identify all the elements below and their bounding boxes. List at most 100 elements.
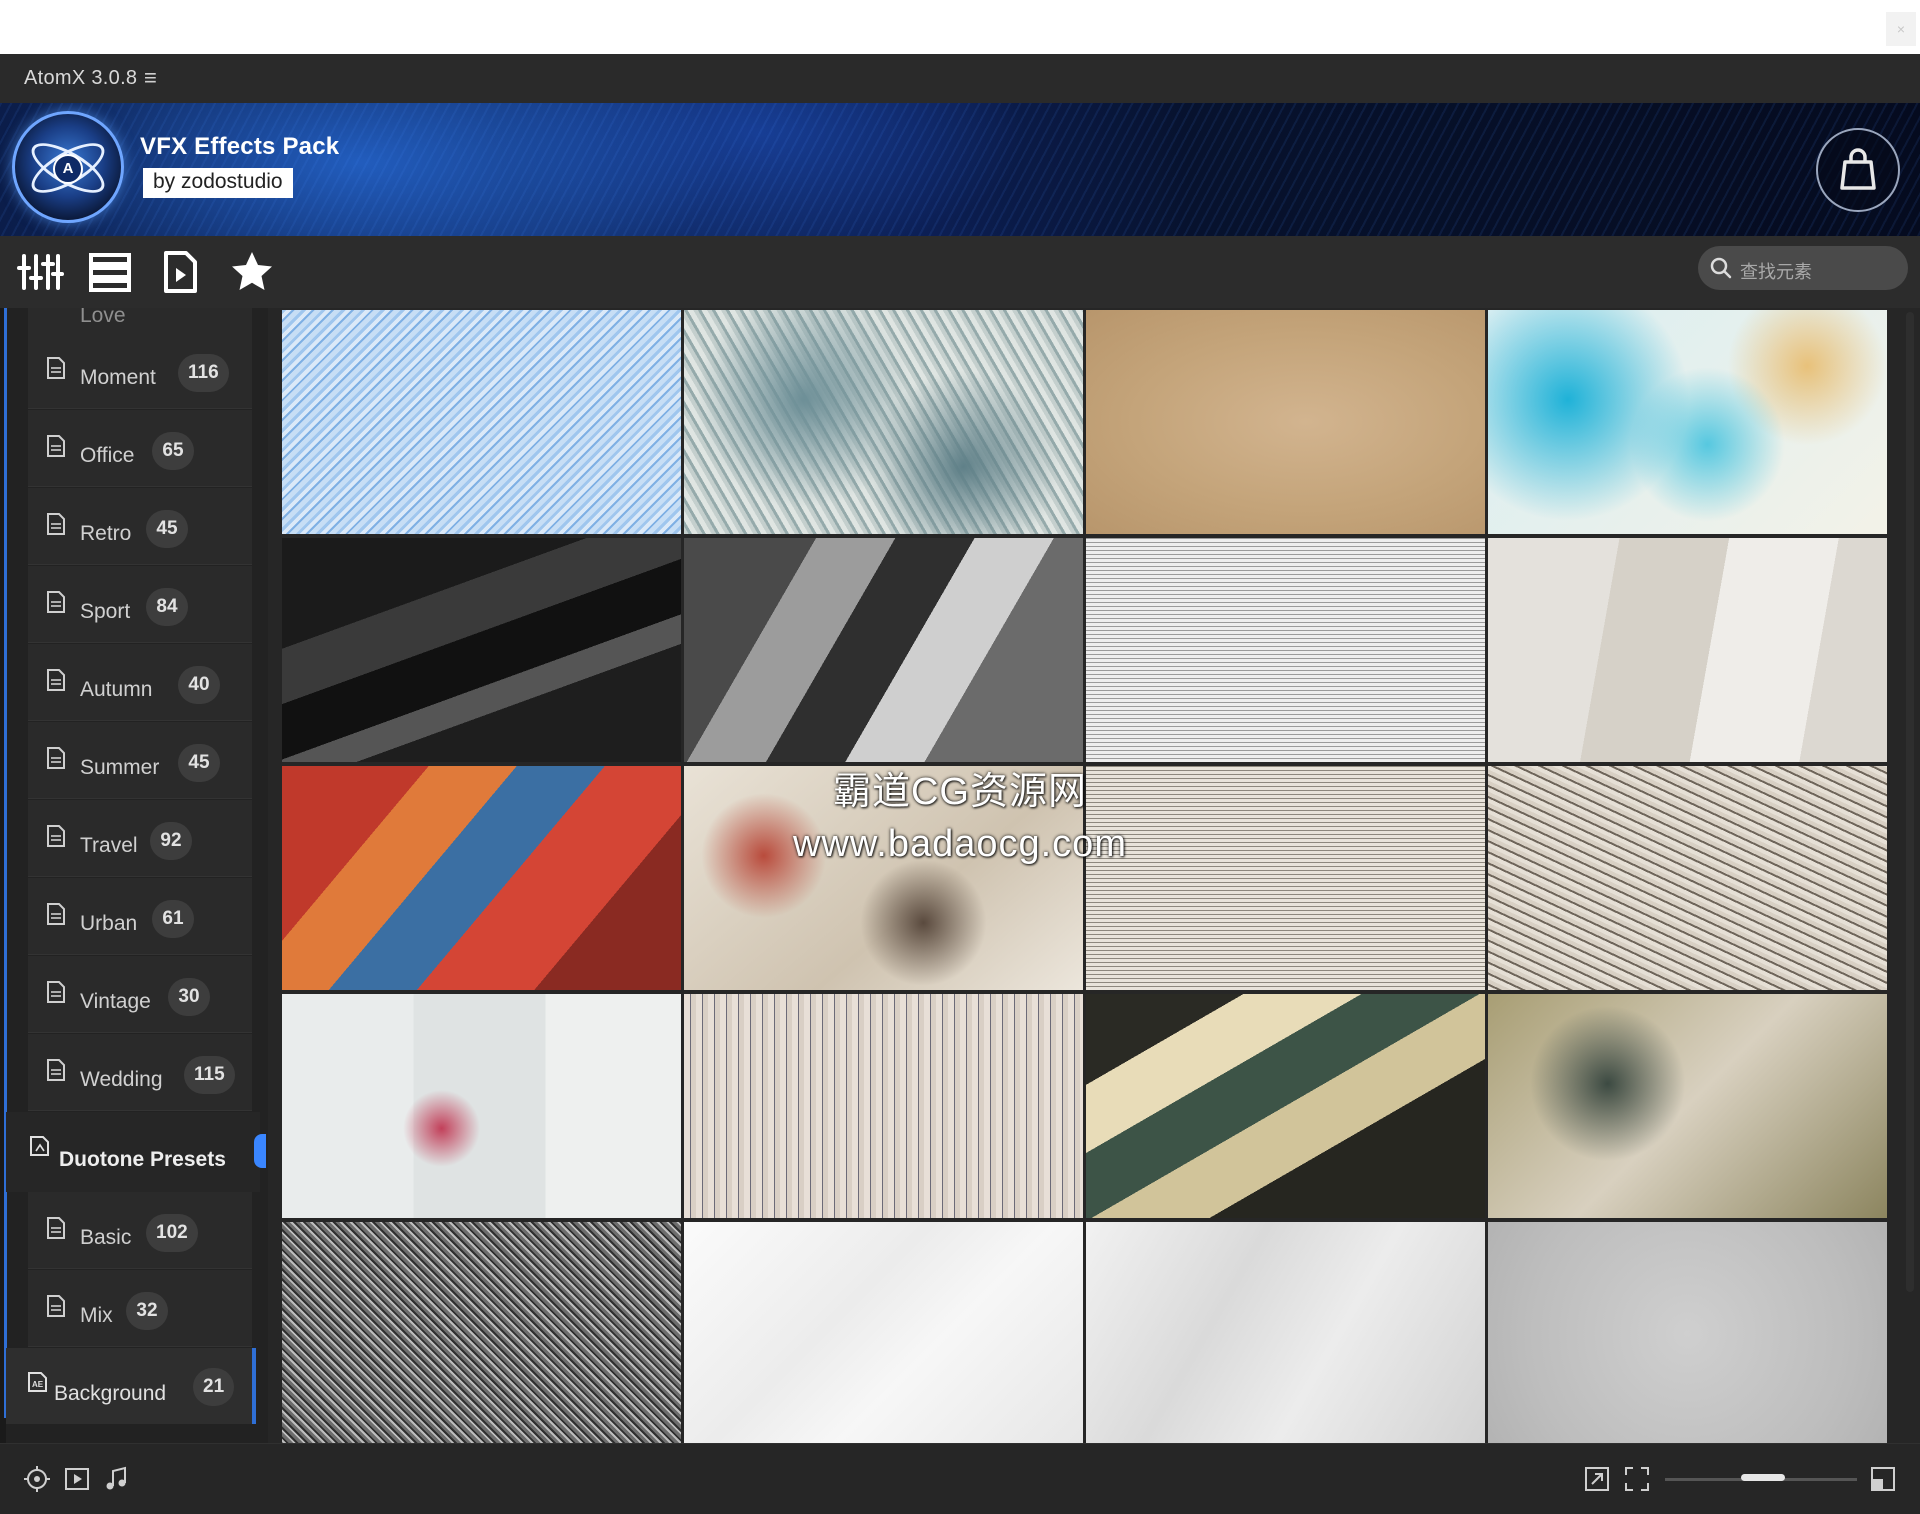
document-icon bbox=[47, 825, 65, 847]
sidebar-item-label: Urban bbox=[80, 912, 138, 935]
window-close-button[interactable]: × bbox=[1886, 12, 1916, 46]
toolbar: 查找元素 bbox=[0, 236, 1920, 308]
item-count-badge: 84 bbox=[146, 588, 188, 626]
asset-tile-newspaper-collage[interactable] bbox=[1086, 538, 1485, 762]
asset-tile-crumpled-gray-paper[interactable] bbox=[1086, 1222, 1485, 1446]
sidebar-item-label: Office bbox=[80, 444, 135, 467]
sidebar-item-vintage[interactable]: Vintage 30 bbox=[28, 956, 252, 1033]
asset-tile-concrete[interactable] bbox=[1488, 1222, 1887, 1446]
item-count-badge: 32 bbox=[126, 1292, 168, 1330]
document-icon bbox=[47, 1059, 65, 1081]
menu-icon[interactable]: ≡ bbox=[144, 65, 157, 91]
target-icon[interactable] bbox=[22, 1464, 52, 1494]
shopping-bag-icon bbox=[1840, 148, 1876, 190]
document-icon bbox=[47, 513, 65, 535]
sidebar-item-moment[interactable]: Moment 116 bbox=[28, 332, 252, 409]
sidebar-item-label: Moment bbox=[80, 366, 156, 389]
atomx-logo: A bbox=[12, 111, 124, 223]
sidebar-item-label: Summer bbox=[80, 756, 160, 779]
asset-tile-crumpled-white-paper[interactable] bbox=[684, 1222, 1083, 1446]
app-title: AtomX 3.0.8 bbox=[24, 67, 138, 89]
asset-tile-teal-grunge[interactable] bbox=[684, 310, 1083, 534]
selection-indicator bbox=[252, 1348, 256, 1424]
zoom-slider-handle[interactable] bbox=[1741, 1474, 1785, 1481]
selection-indicator bbox=[254, 1134, 266, 1168]
sidebar-item-retro[interactable]: Retro 45 bbox=[28, 488, 252, 565]
sidebar-item-office[interactable]: Office 65 bbox=[28, 410, 252, 487]
sidebar-item-autumn[interactable]: Autumn 40 bbox=[28, 644, 252, 721]
asset-tile-distressed-print[interactable] bbox=[684, 994, 1083, 1218]
sidebar-item-label: Basic bbox=[80, 1226, 132, 1249]
asset-tile-red-collage[interactable] bbox=[282, 766, 681, 990]
sidebar-item-sport[interactable]: Sport 84 bbox=[28, 566, 252, 643]
pack-banner: A VFX Effects Pack by zodostudio bbox=[0, 103, 1920, 236]
document-icon bbox=[47, 903, 65, 925]
resize-icon[interactable] bbox=[1582, 1464, 1612, 1494]
asset-tile-kraft-paper[interactable] bbox=[1086, 310, 1485, 534]
sidebar-item-basic[interactable]: Basic 102 bbox=[28, 1192, 252, 1269]
document-icon bbox=[47, 435, 65, 457]
search-icon bbox=[1710, 257, 1732, 279]
asset-tile-dark-collage[interactable] bbox=[282, 538, 681, 762]
star-icon[interactable] bbox=[228, 248, 276, 296]
asset-tile-gray-collage[interactable] bbox=[684, 538, 1083, 762]
sidebar-item-love[interactable]: Love bbox=[28, 308, 252, 333]
sidebar-item-urban[interactable]: Urban 61 bbox=[28, 878, 252, 955]
watermark-line2: www.badaocg.com bbox=[793, 823, 1127, 865]
sidebar-item-label: Autumn bbox=[80, 678, 153, 701]
sidebar-item-label: Travel bbox=[80, 834, 138, 857]
item-count-badge: 21 bbox=[193, 1368, 235, 1406]
sidebar-item-label: Mix bbox=[80, 1304, 113, 1327]
preset-file-icon bbox=[30, 1136, 49, 1156]
sidebar-accent-line bbox=[4, 308, 7, 1418]
svg-text:AE: AE bbox=[32, 1380, 44, 1389]
item-count-badge: 116 bbox=[178, 354, 229, 392]
sidebar-item-mix[interactable]: Mix 32 bbox=[28, 1270, 252, 1347]
document-icon bbox=[47, 591, 65, 613]
sidebar-group-label: Duotone Presets bbox=[59, 1148, 226, 1171]
document-icon bbox=[47, 747, 65, 769]
item-count-badge: 115 bbox=[184, 1056, 235, 1094]
watermark: 霸道CG资源网 www.badaocg.com bbox=[720, 760, 1200, 866]
sidebar-item-background[interactable]: AE Background 21 bbox=[6, 1348, 256, 1424]
fullscreen-icon[interactable] bbox=[1622, 1464, 1652, 1494]
sidebar-item-label: Wedding bbox=[80, 1068, 163, 1091]
video-icon[interactable] bbox=[62, 1464, 92, 1494]
document-icon bbox=[47, 981, 65, 1003]
asset-tile-blue-snow[interactable] bbox=[282, 310, 681, 534]
grid-scrollbar[interactable] bbox=[1906, 312, 1914, 1292]
pack-author: by zodostudio bbox=[143, 168, 293, 198]
app-window: AtomX 3.0.8 ≡ A VFX Effects Pack by zodo… bbox=[0, 54, 1920, 1514]
sidebar-item-wedding[interactable]: Wedding 115 bbox=[28, 1034, 252, 1111]
pack-name: VFX Effects Pack bbox=[140, 133, 340, 160]
sidebar-group-duotone-presets[interactable]: Duotone Presets bbox=[6, 1112, 266, 1192]
sidebar-item-label: Vintage bbox=[80, 990, 151, 1013]
list-icon[interactable] bbox=[86, 248, 134, 296]
asset-tile-dark-grunge[interactable] bbox=[282, 1222, 681, 1446]
asset-tile-light-paper-collage[interactable] bbox=[1488, 538, 1887, 762]
item-count-badge: 61 bbox=[152, 900, 194, 938]
sidebar-item-travel[interactable]: Travel 92 bbox=[28, 800, 252, 877]
file-play-icon[interactable] bbox=[156, 248, 204, 296]
item-count-badge: 65 bbox=[152, 432, 194, 470]
sidebar-item-summer[interactable]: Summer 45 bbox=[28, 722, 252, 799]
title-bar: AtomX 3.0.8 ≡ bbox=[0, 54, 1920, 103]
watermark-line1: 霸道CG资源网 bbox=[832, 771, 1087, 813]
sliders-icon[interactable] bbox=[16, 248, 64, 296]
asset-grid bbox=[279, 310, 1891, 1446]
search-placeholder: 查找元素 bbox=[1740, 262, 1812, 282]
sidebar-item-label: Retro bbox=[80, 522, 132, 545]
status-bar bbox=[0, 1443, 1920, 1514]
music-icon[interactable] bbox=[102, 1464, 132, 1494]
asset-tile-newspaper-strips[interactable] bbox=[1488, 766, 1887, 990]
asset-tile-vintage-poster-collage[interactable] bbox=[1086, 994, 1485, 1218]
asset-tile-olive-distressed[interactable] bbox=[1488, 994, 1887, 1218]
asset-tile-letters-collage[interactable] bbox=[282, 994, 681, 1218]
item-count-badge: 102 bbox=[146, 1214, 198, 1252]
shop-button[interactable] bbox=[1816, 128, 1900, 212]
asset-tile-watercolor[interactable] bbox=[1488, 310, 1887, 534]
expand-icon[interactable] bbox=[1868, 1464, 1898, 1494]
item-count-badge: 45 bbox=[146, 510, 188, 548]
sidebar-item-label: Sport bbox=[80, 600, 131, 623]
search-input[interactable]: 查找元素 bbox=[1698, 246, 1908, 290]
